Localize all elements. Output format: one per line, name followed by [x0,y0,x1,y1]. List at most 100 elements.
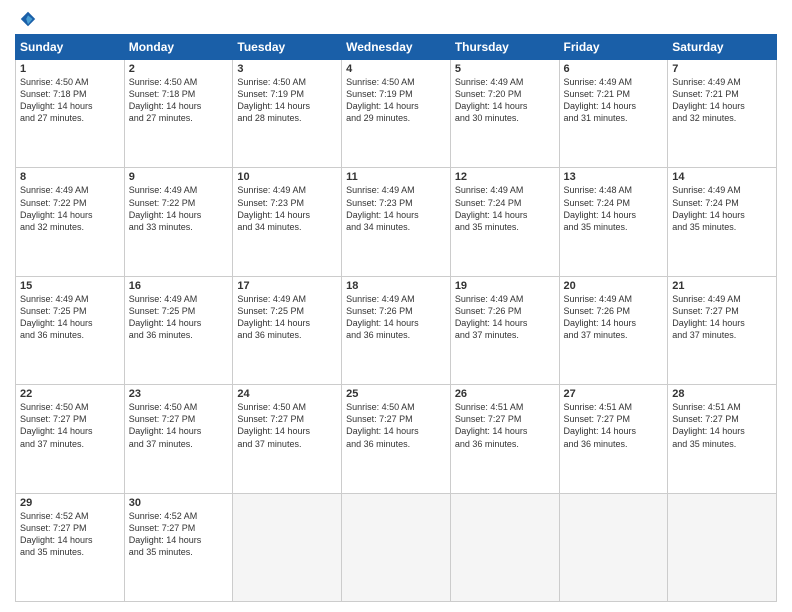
day-info: Sunrise: 4:49 AMSunset: 7:23 PMDaylight:… [237,184,337,233]
day-info: Sunrise: 4:51 AMSunset: 7:27 PMDaylight:… [455,401,555,450]
calendar-day-cell: 6 Sunrise: 4:49 AMSunset: 7:21 PMDayligh… [559,60,668,168]
calendar-day-cell: 4 Sunrise: 4:50 AMSunset: 7:19 PMDayligh… [342,60,451,168]
day-info: Sunrise: 4:50 AMSunset: 7:19 PMDaylight:… [346,76,446,125]
day-number: 30 [129,497,229,509]
day-info: Sunrise: 4:49 AMSunset: 7:21 PMDaylight:… [564,76,664,125]
day-info: Sunrise: 4:49 AMSunset: 7:23 PMDaylight:… [346,184,446,233]
calendar-day-cell: 21 Sunrise: 4:49 AMSunset: 7:27 PMDaylig… [668,276,777,384]
day-info: Sunrise: 4:49 AMSunset: 7:25 PMDaylight:… [129,293,229,342]
day-number: 9 [129,171,229,183]
calendar-day-cell: 5 Sunrise: 4:49 AMSunset: 7:20 PMDayligh… [450,60,559,168]
calendar-day-cell [559,493,668,601]
calendar-week-row: 22 Sunrise: 4:50 AMSunset: 7:27 PMDaylig… [16,385,777,493]
calendar-header-wednesday: Wednesday [342,35,451,60]
day-info: Sunrise: 4:50 AMSunset: 7:18 PMDaylight:… [129,76,229,125]
calendar-day-cell: 29 Sunrise: 4:52 AMSunset: 7:27 PMDaylig… [16,493,125,601]
day-number: 21 [672,280,772,292]
day-info: Sunrise: 4:49 AMSunset: 7:26 PMDaylight:… [346,293,446,342]
day-number: 20 [564,280,664,292]
calendar-week-row: 29 Sunrise: 4:52 AMSunset: 7:27 PMDaylig… [16,493,777,601]
day-number: 24 [237,388,337,400]
day-info: Sunrise: 4:49 AMSunset: 7:22 PMDaylight:… [20,184,120,233]
day-info: Sunrise: 4:50 AMSunset: 7:27 PMDaylight:… [20,401,120,450]
day-number: 7 [672,63,772,75]
day-info: Sunrise: 4:48 AMSunset: 7:24 PMDaylight:… [564,184,664,233]
calendar-header-saturday: Saturday [668,35,777,60]
day-info: Sunrise: 4:49 AMSunset: 7:24 PMDaylight:… [455,184,555,233]
calendar-day-cell: 14 Sunrise: 4:49 AMSunset: 7:24 PMDaylig… [668,168,777,276]
day-number: 3 [237,63,337,75]
day-number: 14 [672,171,772,183]
calendar-day-cell: 13 Sunrise: 4:48 AMSunset: 7:24 PMDaylig… [559,168,668,276]
day-info: Sunrise: 4:49 AMSunset: 7:26 PMDaylight:… [455,293,555,342]
calendar-day-cell: 24 Sunrise: 4:50 AMSunset: 7:27 PMDaylig… [233,385,342,493]
calendar-day-cell: 18 Sunrise: 4:49 AMSunset: 7:26 PMDaylig… [342,276,451,384]
calendar-day-cell: 15 Sunrise: 4:49 AMSunset: 7:25 PMDaylig… [16,276,125,384]
calendar-day-cell [342,493,451,601]
day-info: Sunrise: 4:49 AMSunset: 7:27 PMDaylight:… [672,293,772,342]
header [15,10,777,28]
calendar-week-row: 1 Sunrise: 4:50 AMSunset: 7:18 PMDayligh… [16,60,777,168]
day-info: Sunrise: 4:50 AMSunset: 7:27 PMDaylight:… [346,401,446,450]
calendar-day-cell: 17 Sunrise: 4:49 AMSunset: 7:25 PMDaylig… [233,276,342,384]
day-info: Sunrise: 4:49 AMSunset: 7:26 PMDaylight:… [564,293,664,342]
logo [15,10,37,28]
calendar-day-cell: 3 Sunrise: 4:50 AMSunset: 7:19 PMDayligh… [233,60,342,168]
logo-icon [19,10,37,28]
calendar-day-cell: 12 Sunrise: 4:49 AMSunset: 7:24 PMDaylig… [450,168,559,276]
calendar-day-cell: 23 Sunrise: 4:50 AMSunset: 7:27 PMDaylig… [124,385,233,493]
day-number: 29 [20,497,120,509]
calendar-week-row: 15 Sunrise: 4:49 AMSunset: 7:25 PMDaylig… [16,276,777,384]
calendar-day-cell: 8 Sunrise: 4:49 AMSunset: 7:22 PMDayligh… [16,168,125,276]
day-number: 17 [237,280,337,292]
day-info: Sunrise: 4:50 AMSunset: 7:18 PMDaylight:… [20,76,120,125]
day-number: 18 [346,280,446,292]
calendar-day-cell: 22 Sunrise: 4:50 AMSunset: 7:27 PMDaylig… [16,385,125,493]
day-info: Sunrise: 4:50 AMSunset: 7:19 PMDaylight:… [237,76,337,125]
day-number: 19 [455,280,555,292]
day-info: Sunrise: 4:49 AMSunset: 7:25 PMDaylight:… [20,293,120,342]
calendar-day-cell [668,493,777,601]
day-info: Sunrise: 4:51 AMSunset: 7:27 PMDaylight:… [672,401,772,450]
day-number: 2 [129,63,229,75]
day-info: Sunrise: 4:49 AMSunset: 7:20 PMDaylight:… [455,76,555,125]
day-number: 13 [564,171,664,183]
day-number: 26 [455,388,555,400]
calendar-day-cell: 7 Sunrise: 4:49 AMSunset: 7:21 PMDayligh… [668,60,777,168]
day-info: Sunrise: 4:50 AMSunset: 7:27 PMDaylight:… [237,401,337,450]
calendar-header-tuesday: Tuesday [233,35,342,60]
calendar-day-cell: 10 Sunrise: 4:49 AMSunset: 7:23 PMDaylig… [233,168,342,276]
calendar-day-cell [450,493,559,601]
calendar-day-cell: 2 Sunrise: 4:50 AMSunset: 7:18 PMDayligh… [124,60,233,168]
calendar-day-cell: 27 Sunrise: 4:51 AMSunset: 7:27 PMDaylig… [559,385,668,493]
calendar-day-cell: 9 Sunrise: 4:49 AMSunset: 7:22 PMDayligh… [124,168,233,276]
calendar-day-cell: 30 Sunrise: 4:52 AMSunset: 7:27 PMDaylig… [124,493,233,601]
day-number: 6 [564,63,664,75]
day-info: Sunrise: 4:52 AMSunset: 7:27 PMDaylight:… [129,510,229,559]
day-number: 16 [129,280,229,292]
day-number: 5 [455,63,555,75]
calendar-day-cell: 20 Sunrise: 4:49 AMSunset: 7:26 PMDaylig… [559,276,668,384]
calendar-header-monday: Monday [124,35,233,60]
day-number: 27 [564,388,664,400]
day-info: Sunrise: 4:50 AMSunset: 7:27 PMDaylight:… [129,401,229,450]
day-info: Sunrise: 4:51 AMSunset: 7:27 PMDaylight:… [564,401,664,450]
calendar-table: SundayMondayTuesdayWednesdayThursdayFrid… [15,34,777,602]
day-number: 28 [672,388,772,400]
day-number: 15 [20,280,120,292]
calendar-day-cell: 25 Sunrise: 4:50 AMSunset: 7:27 PMDaylig… [342,385,451,493]
calendar-header-thursday: Thursday [450,35,559,60]
calendar-day-cell: 28 Sunrise: 4:51 AMSunset: 7:27 PMDaylig… [668,385,777,493]
day-number: 23 [129,388,229,400]
calendar-day-cell: 1 Sunrise: 4:50 AMSunset: 7:18 PMDayligh… [16,60,125,168]
day-number: 11 [346,171,446,183]
day-number: 10 [237,171,337,183]
day-info: Sunrise: 4:49 AMSunset: 7:25 PMDaylight:… [237,293,337,342]
calendar-day-cell: 11 Sunrise: 4:49 AMSunset: 7:23 PMDaylig… [342,168,451,276]
day-info: Sunrise: 4:49 AMSunset: 7:24 PMDaylight:… [672,184,772,233]
calendar-header-sunday: Sunday [16,35,125,60]
calendar-day-cell [233,493,342,601]
day-number: 22 [20,388,120,400]
calendar-week-row: 8 Sunrise: 4:49 AMSunset: 7:22 PMDayligh… [16,168,777,276]
page: SundayMondayTuesdayWednesdayThursdayFrid… [0,0,792,612]
